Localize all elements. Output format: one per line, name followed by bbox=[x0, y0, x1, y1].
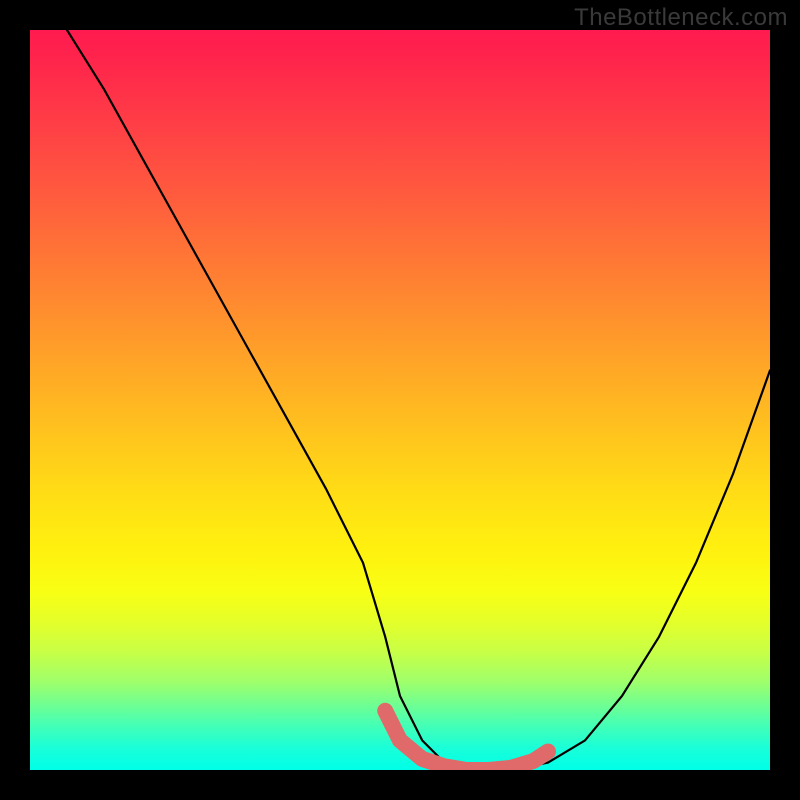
watermark-text: TheBottleneck.com bbox=[574, 4, 788, 32]
curve-layer bbox=[30, 30, 770, 770]
chart-container: TheBottleneck.com bbox=[0, 0, 800, 800]
bottleneck-curve bbox=[67, 30, 770, 770]
optimal-range-marker bbox=[385, 711, 548, 770]
plot-area bbox=[30, 30, 770, 770]
